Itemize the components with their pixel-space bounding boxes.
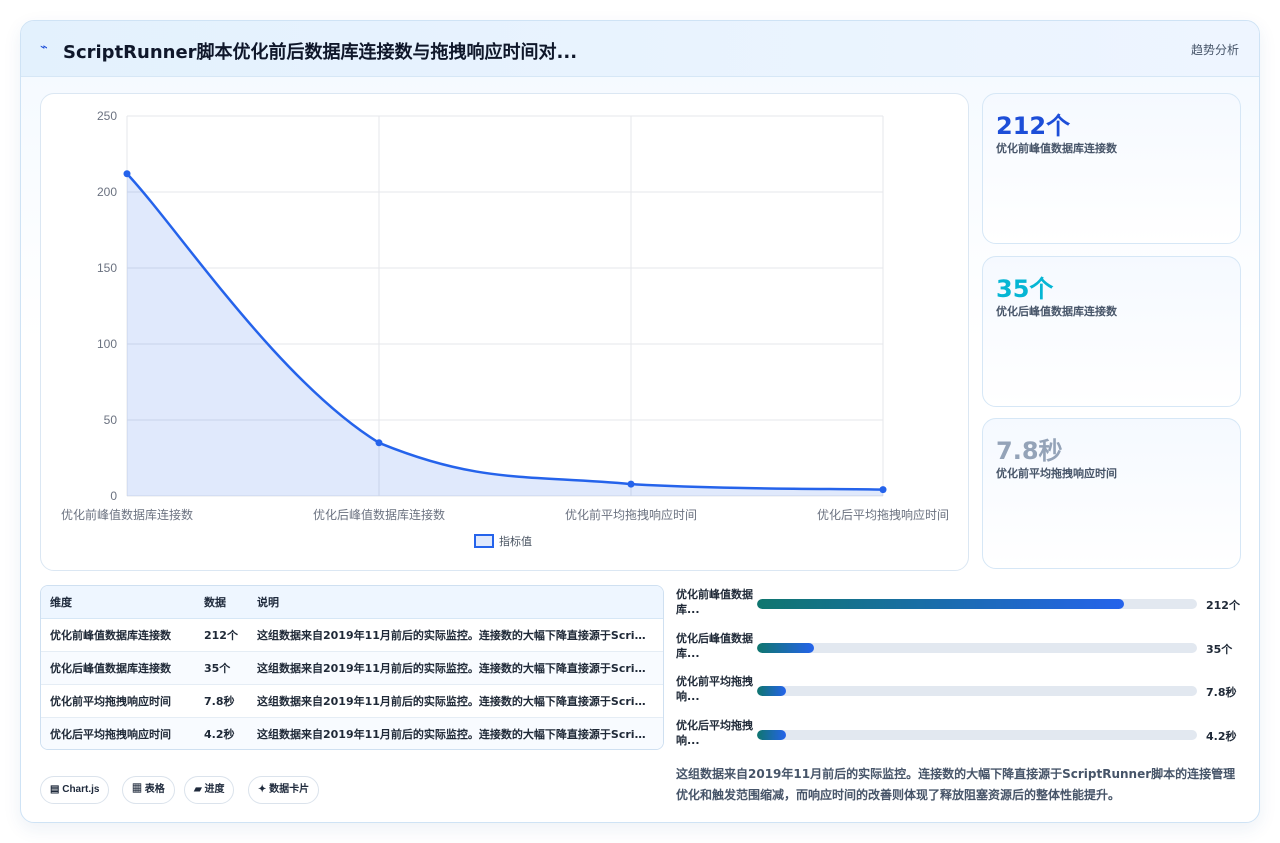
row-dimension: 优化前平均拖拽响应时间	[50, 695, 171, 708]
row-description: 这组数据来自2019年11月前后的实际监控。连接数的大幅下降直接源于Script…	[257, 728, 647, 741]
page-title: ScriptRunner脚本优化前后数据库连接数与拖拽响应时间对...	[63, 42, 578, 63]
data-point	[627, 480, 635, 488]
x-tick-label: 优化前平均拖拽响应时间	[565, 507, 697, 522]
kpi-value-3: 7.8秒	[996, 437, 1063, 465]
table-row: 优化后峰值数据库连接数 35个 这组数据来自2019年11月前后的实际监控。连接…	[41, 652, 663, 685]
progress-button[interactable]: ▰ 进度	[184, 776, 235, 804]
kpi-label-1: 优化前峰值数据库连接数	[996, 142, 1117, 155]
row-data: 35个	[204, 662, 231, 675]
progress-value: 212个	[1206, 599, 1240, 612]
row-description: 这组数据来自2019年11月前后的实际监控。连接数的大幅下降直接源于Script…	[257, 629, 647, 642]
progress-track	[757, 599, 1197, 609]
progress-fill	[757, 643, 815, 653]
y-tick-label: 150	[97, 261, 117, 275]
x-tick-label: 优化前峰值数据库连接数	[61, 507, 193, 522]
series-area	[127, 173, 883, 496]
kpi-card-2: 35个 优化后峰值数据库连接数	[982, 256, 1241, 407]
progress-row-1: 优化前峰值数据库... 212个	[676, 587, 1246, 623]
progress-fill	[757, 686, 786, 696]
data-point	[375, 439, 383, 447]
kpi-label-2: 优化后峰值数据库连接数	[996, 305, 1117, 318]
table-row: 优化前平均拖拽响应时间 7.8秒 这组数据来自2019年11月前后的实际监控。连…	[41, 685, 663, 718]
row-data: 212个	[204, 629, 238, 642]
progress-fill	[757, 730, 786, 740]
row-dimension: 优化后平均拖拽响应时间	[50, 728, 171, 741]
progress-label: 优化前峰值数据库...	[676, 588, 753, 616]
row-data: 4.2秒	[204, 728, 235, 741]
header-dimension: 维度	[50, 596, 72, 609]
row-description: 这组数据来自2019年11月前后的实际监控。连接数的大幅下降直接源于Script…	[257, 695, 647, 708]
trend-icon: ⌁	[40, 40, 48, 55]
header-data: 数据	[204, 596, 226, 609]
table-button[interactable]: ▦ 表格	[122, 776, 175, 804]
progress-track	[757, 643, 1197, 653]
kpi-card-1: 212个 优化前峰值数据库连接数	[982, 93, 1241, 244]
data-point	[879, 486, 887, 494]
row-dimension: 优化前峰值数据库连接数	[50, 629, 171, 642]
line-chart: 0 50 100 150 200 250 优化前峰值数据库连接数 优化后峰值数据库连接数 优化前…	[61, 109, 949, 548]
legend-swatch	[474, 534, 494, 548]
table-row: 优化后平均拖拽响应时间 4.2秒 这组数据来自2019年11月前后的实际监控。连…	[41, 718, 663, 749]
table-row: 优化前峰值数据库连接数 212个 这组数据来自2019年11月前后的实际监控。连…	[41, 619, 663, 652]
kpi-value-1: 212个	[996, 112, 1071, 140]
kpi-value-2: 35个	[996, 275, 1054, 303]
y-tick-label: 50	[104, 413, 118, 427]
legend-label: 指标值	[499, 534, 532, 548]
y-tick-label: 250	[97, 109, 117, 123]
analysis-tag: 趋势分析	[1190, 43, 1239, 57]
kpi-card-3: 7.8秒 优化前平均拖拽响应时间	[982, 418, 1241, 569]
x-tick-label: 优化后峰值数据库连接数	[313, 507, 445, 522]
data-table: 维度 数据 说明 优化前峰值数据库连接数 212个 这组数据来自2019年11月…	[40, 585, 664, 750]
progress-label: 优化后平均拖拽响...	[676, 719, 753, 747]
progress-label: 优化后峰值数据库...	[676, 632, 753, 660]
y-tick-label: 100	[97, 337, 117, 351]
progress-track	[757, 730, 1197, 740]
y-tick-label: 0	[110, 489, 117, 503]
row-data: 7.8秒	[204, 695, 235, 708]
data-point	[123, 170, 131, 178]
progress-value: 4.2秒	[1206, 730, 1237, 743]
progress-row-4: 优化后平均拖拽响... 4.2秒	[676, 718, 1246, 754]
y-tick-label: 200	[97, 185, 117, 199]
kpi-label-3: 优化前平均拖拽响应时间	[996, 467, 1117, 480]
card-header: ⌁ ScriptRunner脚本优化前后数据库连接数与拖拽响应时间对... 趋势…	[21, 21, 1259, 77]
progress-row-3: 优化前平均拖拽响... 7.8秒	[676, 674, 1246, 710]
chartjs-button[interactable]: ▤ Chart.js	[40, 776, 110, 804]
progress-track	[757, 686, 1197, 696]
table-header: 维度 数据 说明	[41, 586, 663, 619]
summary-note: 这组数据来自2019年11月前后的实际监控。连接数的大幅下降直接源于Script…	[676, 767, 1236, 802]
header-description: 说明	[257, 596, 279, 609]
progress-value: 35个	[1206, 643, 1233, 656]
dashboard-card: ⌁ ScriptRunner脚本优化前后数据库连接数与拖拽响应时间对... 趋势…	[20, 20, 1260, 823]
data-card-button[interactable]: ✦ 数据卡片	[248, 776, 320, 804]
chart-panel: 0 50 100 150 200 250 优化前峰值数据库连接数 优化后峰值数据库连接数 优化前…	[40, 93, 969, 571]
progress-label: 优化前平均拖拽响...	[676, 675, 753, 703]
row-dimension: 优化后峰值数据库连接数	[50, 662, 171, 675]
x-tick-label: 优化后平均拖拽响应时间	[817, 507, 949, 522]
row-description: 这组数据来自2019年11月前后的实际监控。连接数的大幅下降直接源于Script…	[257, 662, 647, 675]
progress-fill	[757, 599, 1124, 609]
progress-row-2: 优化后峰值数据库... 35个	[676, 631, 1246, 667]
progress-value: 7.8秒	[1206, 686, 1237, 699]
